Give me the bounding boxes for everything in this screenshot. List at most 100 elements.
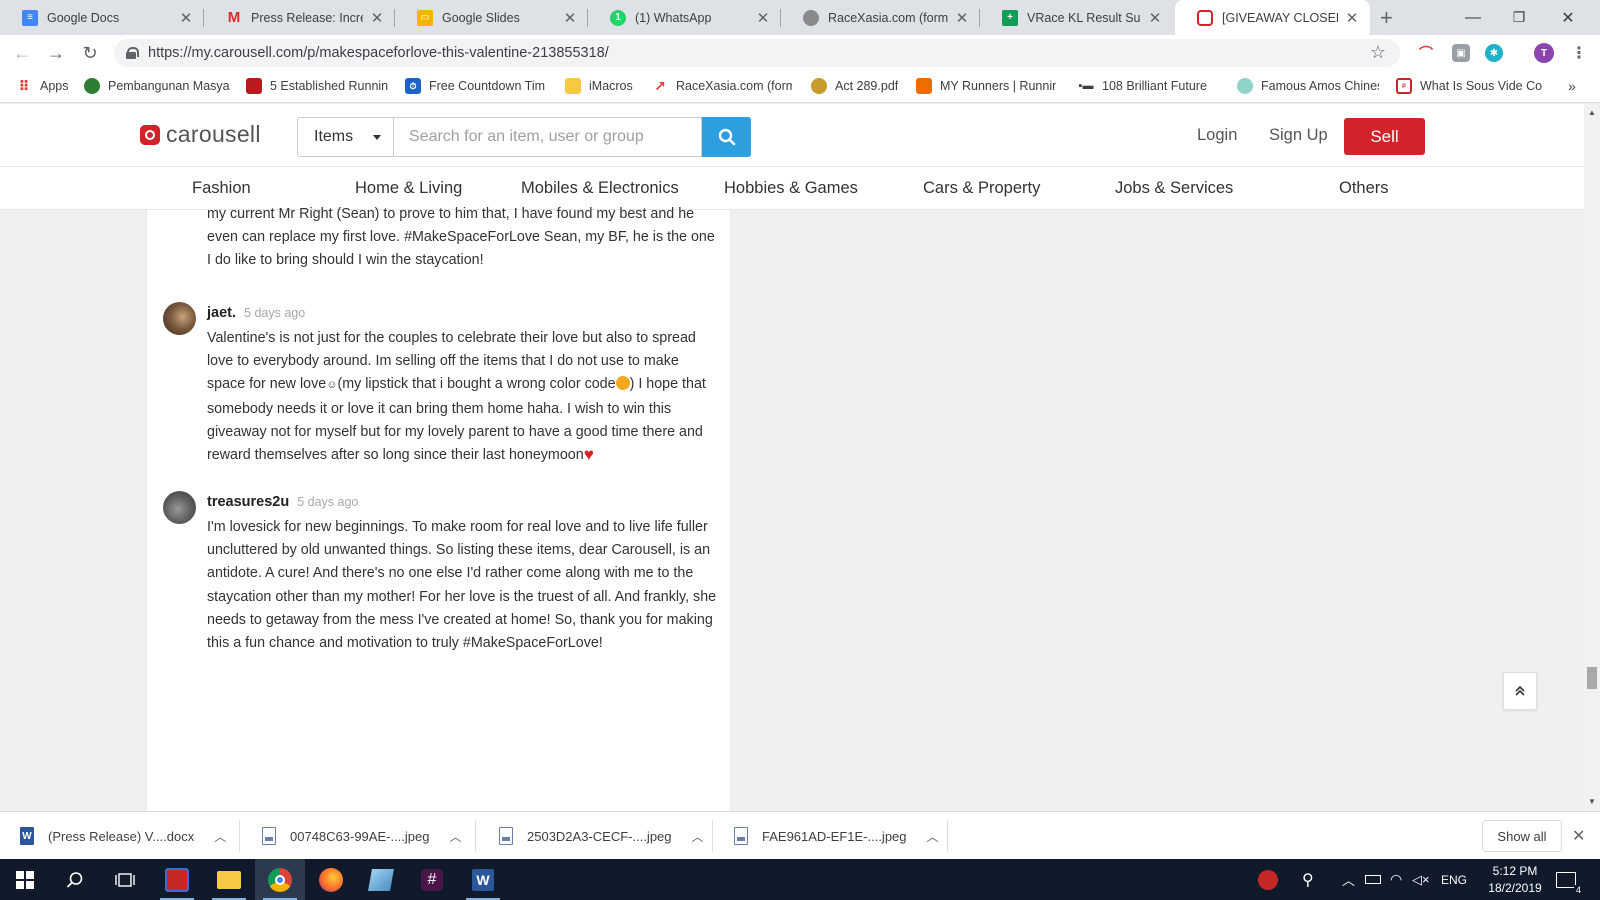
- forward-arrow-icon[interactable]: →: [44, 41, 68, 65]
- battery-icon[interactable]: [1365, 859, 1381, 900]
- bookmark-item[interactable]: Famous Amos Chines: [1237, 78, 1379, 94]
- chevron-up-icon[interactable]: ︿: [692, 828, 704, 845]
- tab-racexasia[interactable]: RaceXasia.com (former ✕: [781, 0, 980, 35]
- close-icon[interactable]: ✕: [954, 9, 970, 27]
- search-icon[interactable]: [50, 859, 100, 900]
- close-window-icon[interactable]: ✕: [1545, 0, 1591, 35]
- close-icon[interactable]: ✕: [562, 9, 578, 27]
- red-app-icon[interactable]: [152, 859, 202, 900]
- reload-icon[interactable]: ↻: [78, 41, 102, 65]
- close-icon[interactable]: ✕: [1344, 9, 1360, 27]
- tray-red-app-icon[interactable]: [1258, 859, 1278, 900]
- chevron-up-icon[interactable]: ︿: [214, 828, 226, 845]
- bookmark-item[interactable]: ↗ RaceXasia.com (form: [652, 78, 792, 94]
- category-others[interactable]: Others: [1339, 179, 1389, 198]
- bookmark-star-icon[interactable]: ☆: [1370, 42, 1386, 63]
- category-hobbies-games[interactable]: Hobbies & Games: [724, 179, 858, 198]
- download-item[interactable]: 2503D2A3-CECF-....jpeg ︿: [499, 812, 713, 860]
- input-language[interactable]: ENG: [1441, 859, 1467, 900]
- avatar[interactable]: [163, 302, 196, 335]
- extension-screen-icon[interactable]: ▣: [1452, 44, 1470, 62]
- chrome-icon[interactable]: [255, 859, 305, 900]
- address-bar[interactable]: https://my.carousell.com/p/makespaceforl…: [114, 39, 1400, 67]
- signup-link[interactable]: Sign Up: [1269, 126, 1328, 145]
- url-text: https://my.carousell.com/p/makespaceforl…: [148, 45, 609, 61]
- category-home-living[interactable]: Home & Living: [355, 179, 462, 198]
- bookmark-item[interactable]: ⏱ Free Countdown Tim: [405, 78, 545, 94]
- scroll-up-arrow-icon[interactable]: ▲: [1587, 108, 1597, 117]
- bookmark-item[interactable]: 5 Established Runnin: [246, 78, 388, 94]
- comment-username[interactable]: jaet.: [207, 305, 236, 321]
- close-icon[interactable]: ✕: [369, 9, 385, 27]
- windows-start-icon[interactable]: [0, 859, 50, 900]
- comment-text: Valentine's is not just for the couples …: [207, 327, 717, 467]
- category-jobs-services[interactable]: Jobs & Services: [1115, 179, 1233, 198]
- tab-vrace-sheet[interactable]: + VRace KL Result Submi ✕: [980, 0, 1173, 35]
- avatar[interactable]: [163, 491, 196, 524]
- tray-chevron-up-icon[interactable]: ︿: [1342, 859, 1355, 900]
- sell-button[interactable]: Sell: [1344, 118, 1425, 155]
- crest-icon: [811, 78, 827, 94]
- minimize-icon[interactable]: —: [1450, 0, 1496, 35]
- chevron-up-icon[interactable]: ︿: [927, 828, 939, 845]
- tab-gmail[interactable]: M Press Release: Increase ✕: [204, 0, 395, 35]
- back-to-top-button[interactable]: [1503, 672, 1537, 710]
- carousell-icon: [1197, 9, 1213, 26]
- bookmark-item[interactable]: Pembangunan Masya: [84, 78, 230, 94]
- category-mobiles-electronics[interactable]: Mobiles & Electronics: [521, 179, 679, 198]
- category-fashion[interactable]: Fashion: [192, 179, 251, 198]
- carousell-logo[interactable]: carousell: [140, 121, 261, 148]
- tab-google-docs[interactable]: ≡ Google Docs ✕: [0, 0, 204, 35]
- download-item[interactable]: W (Press Release) V....docx ︿: [20, 812, 240, 860]
- download-item[interactable]: FAE961AD-EF1E-....jpeg ︿: [734, 812, 948, 860]
- chevron-up-icon[interactable]: ︿: [449, 828, 461, 845]
- volume-muted-icon[interactable]: ◁×: [1412, 859, 1430, 900]
- people-icon[interactable]: ⚲: [1302, 859, 1314, 900]
- notepad-icon[interactable]: [356, 859, 406, 900]
- new-tab-icon[interactable]: +: [1380, 5, 1393, 31]
- show-all-downloads-button[interactable]: Show all: [1482, 820, 1562, 852]
- bookmark-item[interactable]: ▪▬ 108 Brilliant Future: [1078, 78, 1214, 94]
- tab-whatsapp[interactable]: 1 (1) WhatsApp ✕: [588, 0, 781, 35]
- bookmark-item[interactable]: MY Runners | Runnin: [916, 78, 1056, 94]
- login-link[interactable]: Login: [1197, 126, 1237, 145]
- bookmark-label: Pembangunan Masya: [108, 79, 230, 93]
- browser-toolbar: ← → ↻ https://my.carousell.com/p/makespa…: [0, 35, 1600, 71]
- close-icon[interactable]: ✕: [178, 9, 194, 27]
- bookmark-apps[interactable]: ⠿ Apps: [16, 78, 69, 94]
- tab-google-slides[interactable]: ▭ Google Slides ✕: [395, 0, 588, 35]
- close-icon[interactable]: ✕: [755, 9, 771, 27]
- firefox-icon[interactable]: [306, 859, 356, 900]
- search-category-select[interactable]: Items: [297, 117, 393, 157]
- close-shelf-icon[interactable]: ✕: [1572, 826, 1585, 846]
- back-arrow-icon[interactable]: ←: [10, 41, 34, 65]
- tab-carousell-active[interactable]: [GIVEAWAY CLOSED] # ✕: [1175, 0, 1370, 35]
- download-item[interactable]: 00748C63-99AE-....jpeg ︿: [262, 812, 476, 860]
- menu-kebab-icon[interactable]: ⋮: [1570, 44, 1588, 62]
- wifi-icon[interactable]: ◠: [1390, 859, 1402, 900]
- bookmark-item[interactable]: ᵖ What Is Sous Vide Co: [1396, 78, 1542, 94]
- category-cars-property[interactable]: Cars & Property: [923, 179, 1040, 198]
- scroll-down-arrow-icon[interactable]: ▼: [1587, 797, 1597, 806]
- file-explorer-icon[interactable]: [204, 859, 254, 900]
- page-scrollbar[interactable]: ▲ ▼: [1584, 104, 1600, 811]
- profile-avatar[interactable]: T: [1534, 43, 1554, 63]
- extension-rainbow-icon[interactable]: ⌒: [1417, 44, 1435, 62]
- comment-username[interactable]: treasures2u: [207, 494, 289, 510]
- word-icon[interactable]: W: [458, 859, 508, 900]
- extension-gear-icon[interactable]: ✱: [1485, 44, 1503, 62]
- bookmark-item[interactable]: iMacros: [565, 78, 641, 94]
- restore-icon[interactable]: ❐: [1496, 0, 1542, 35]
- system-clock[interactable]: 5:12 PM 18/2/2019: [1470, 863, 1560, 897]
- bookmark-item[interactable]: Act 289.pdf: [811, 78, 901, 94]
- search-button[interactable]: [702, 117, 751, 157]
- task-view-icon[interactable]: [100, 859, 150, 900]
- logo-wordmark: carousell: [166, 121, 261, 147]
- search-input[interactable]: [393, 117, 702, 157]
- close-icon[interactable]: ✕: [1147, 9, 1163, 27]
- caret-down-icon: [373, 135, 381, 140]
- slack-icon[interactable]: #: [407, 859, 457, 900]
- bookmarks-overflow-button[interactable]: »: [1568, 78, 1576, 94]
- action-center-icon[interactable]: 4: [1556, 859, 1583, 900]
- scrollbar-thumb[interactable]: [1587, 667, 1597, 689]
